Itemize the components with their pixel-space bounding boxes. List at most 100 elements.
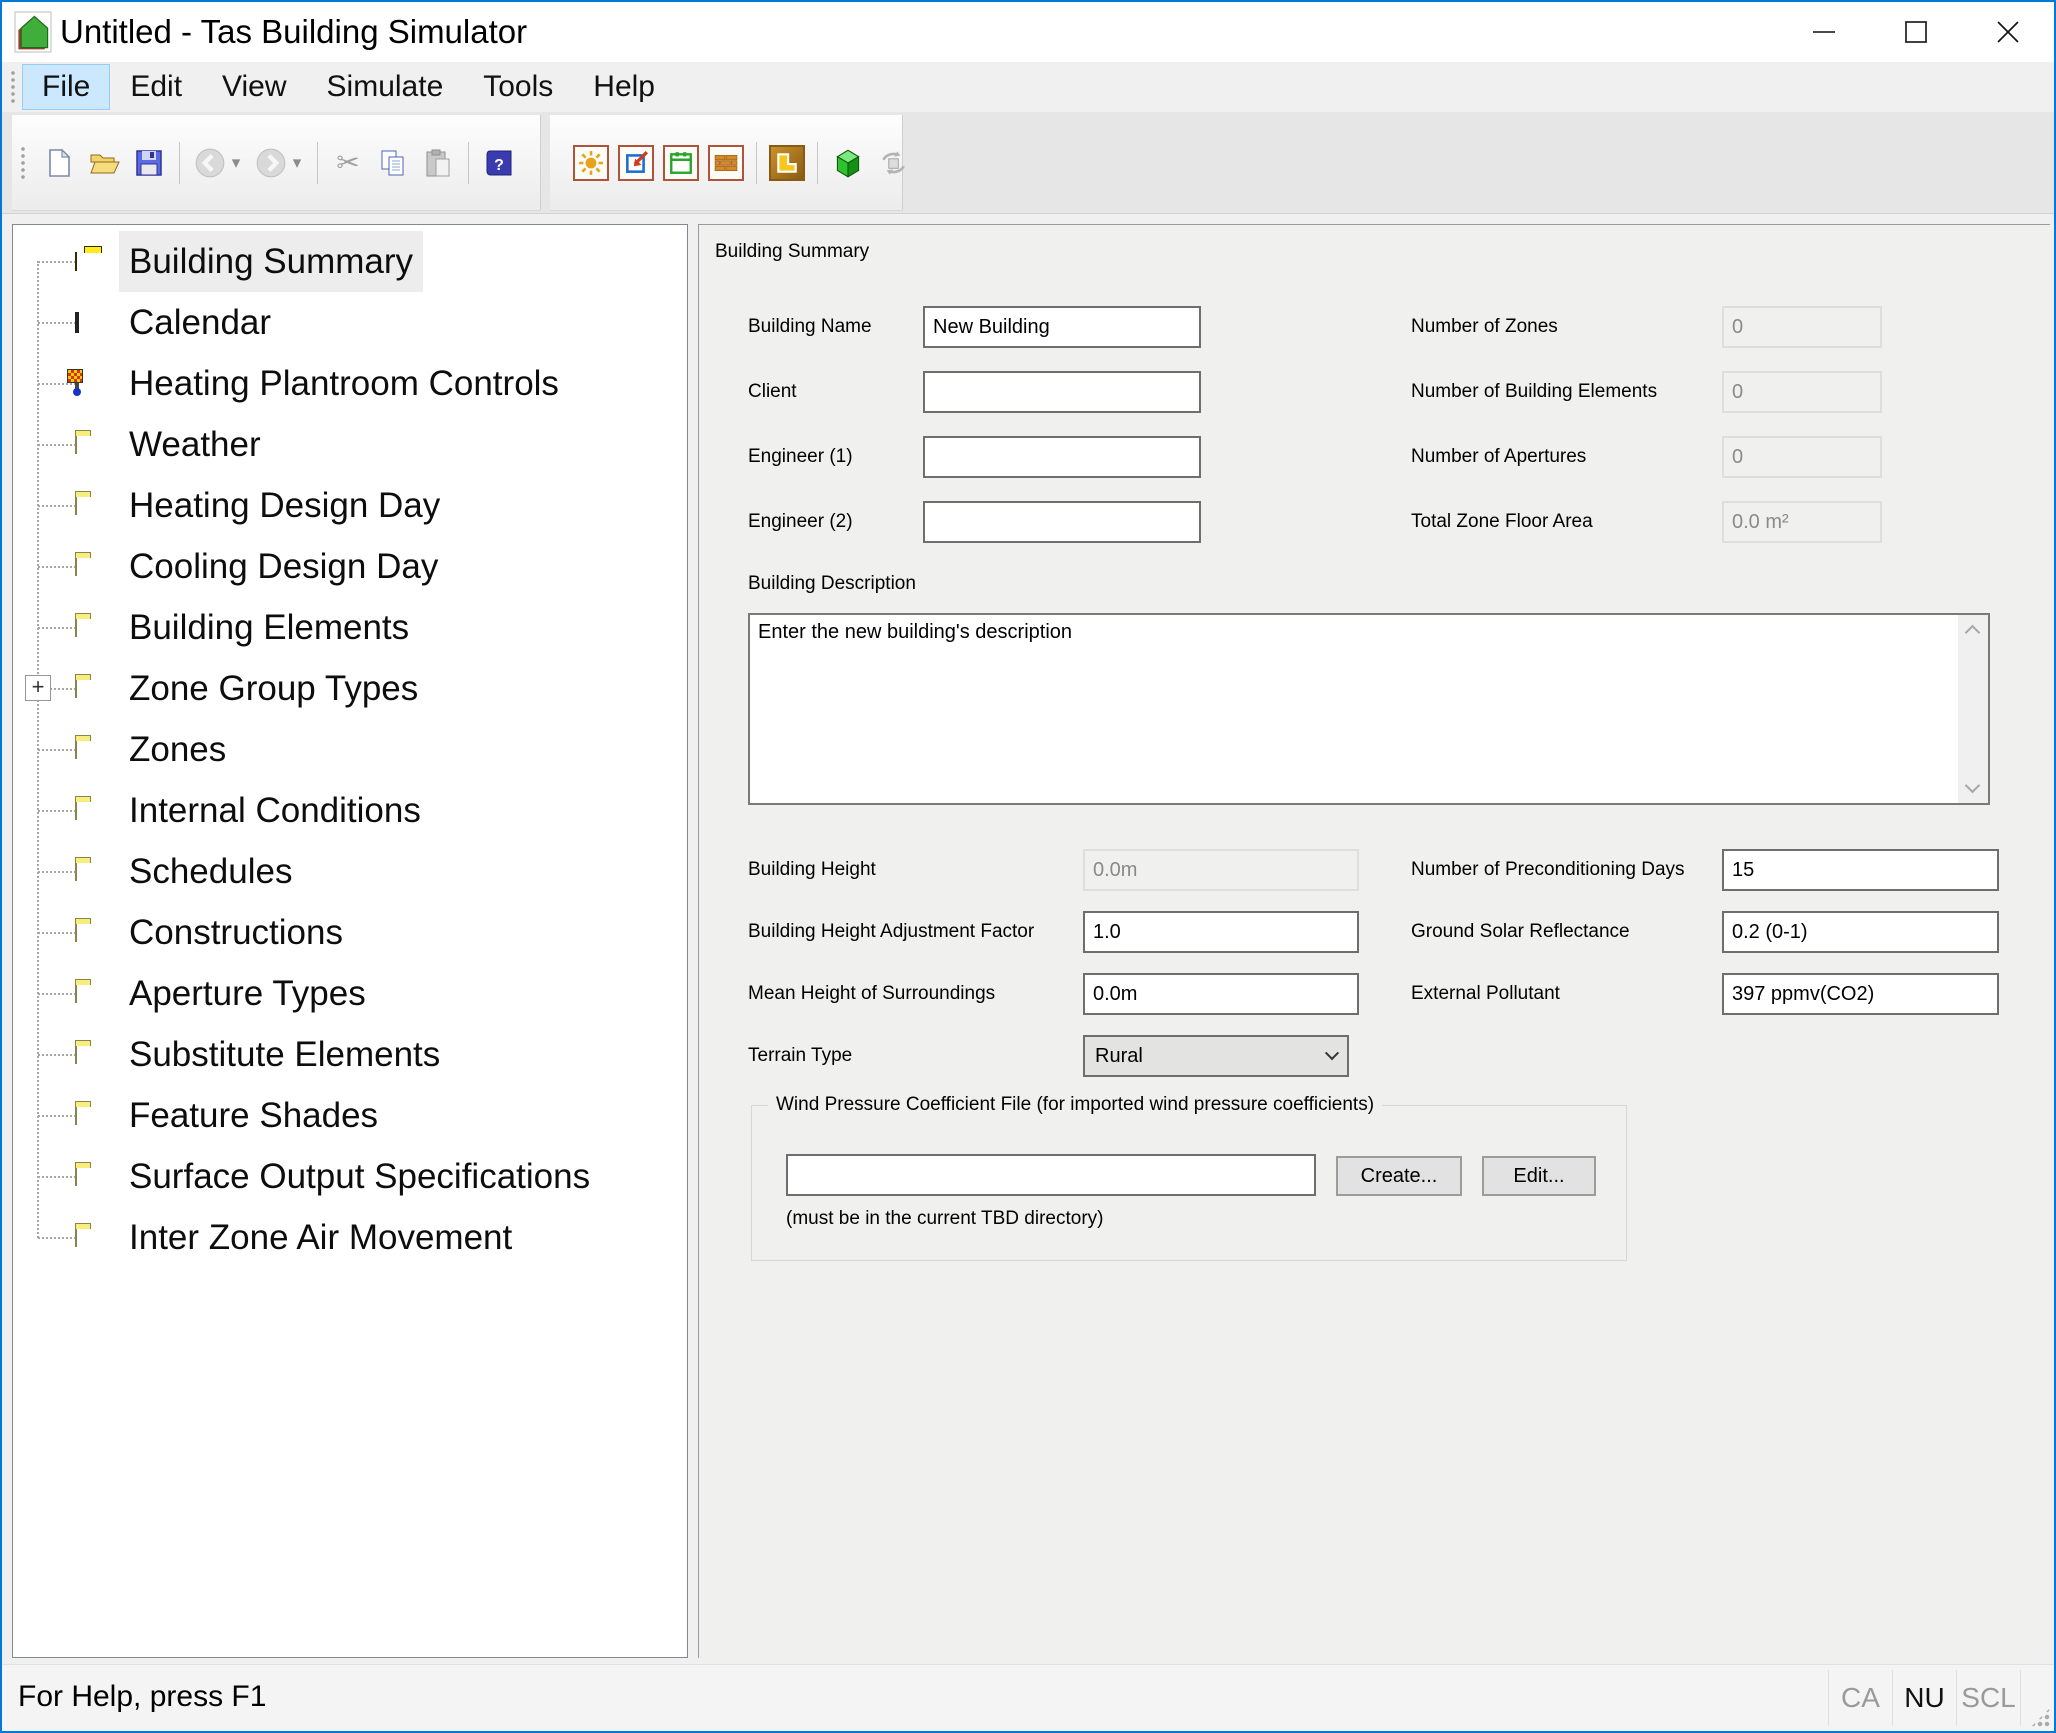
tree-item-zone-group-types[interactable]: Zone Group Types [13, 658, 687, 719]
preconditioning-days-label: Number of Preconditioning Days [1411, 859, 1685, 880]
chevron-down-icon [1324, 1046, 1340, 1061]
menu-help[interactable]: Help [573, 64, 675, 110]
tree-item-surface-output-specifications[interactable]: Surface Output Specifications [13, 1146, 687, 1207]
client-input[interactable] [923, 371, 1201, 413]
tree-item-substitute-elements[interactable]: Substitute Elements [13, 1024, 687, 1085]
tree-item-heating-plantroom-controls[interactable]: Heating Plantroom Controls [13, 353, 687, 414]
tree-item-zones[interactable]: Zones [13, 719, 687, 780]
menu-simulate[interactable]: Simulate [307, 64, 464, 110]
create-button[interactable]: Create... [1336, 1156, 1462, 1196]
calendar-icon [75, 311, 79, 333]
tree-item-label: Constructions [129, 913, 343, 952]
scroll-down-icon[interactable] [1964, 777, 1981, 794]
menu-bar: File Edit View Simulate Tools Help [2, 62, 2054, 112]
back-icon[interactable] [192, 145, 228, 181]
menu-tools[interactable]: Tools [463, 64, 573, 110]
toolbar-group-standard: ▾ ▾ ✂ ? [12, 115, 540, 210]
folder-icon [75, 678, 77, 698]
tree-item-inter-zone-air-movement[interactable]: Inter Zone Air Movement [13, 1207, 687, 1268]
calendar-icon[interactable] [663, 144, 699, 181]
tree-item-feature-shades[interactable]: Feature Shades [13, 1085, 687, 1146]
tree-item-building-summary[interactable]: Building Summary [13, 231, 687, 292]
folder-icon [75, 1105, 77, 1125]
mean-height-of-surroundings-input[interactable] [1083, 973, 1359, 1015]
ground-solar-reflectance-input[interactable] [1722, 911, 1999, 953]
menu-edit[interactable]: Edit [110, 64, 202, 110]
engineer2-input[interactable] [923, 501, 1201, 543]
building-height-adjustment-factor-label: Building Height Adjustment Factor [748, 921, 1035, 942]
tree-item-heating-design-day[interactable]: Heating Design Day [13, 475, 687, 536]
window-title: Untitled - Tas Building Simulator [60, 13, 528, 50]
wind-pressure-file-input[interactable] [786, 1154, 1316, 1196]
paste-icon[interactable] [420, 145, 456, 181]
tree-item-building-elements[interactable]: Building Elements [13, 597, 687, 658]
save-file-icon[interactable] [131, 145, 167, 181]
copy-icon[interactable] [375, 145, 411, 181]
cut-icon[interactable]: ✂ [330, 145, 366, 181]
open-file-icon[interactable] [86, 145, 122, 181]
tree-item-weather[interactable]: Weather [13, 414, 687, 475]
back-dropdown-icon[interactable]: ▾ [228, 153, 244, 173]
resize-grip[interactable] [2030, 1707, 2051, 1728]
description-scrollbar[interactable] [1958, 615, 1988, 803]
tree-expander-zone-group-types[interactable]: + [25, 675, 51, 701]
folder-icon [75, 1227, 77, 1247]
tree-item-schedules[interactable]: Schedules [13, 841, 687, 902]
terrain-type-value: Rural [1095, 1044, 1143, 1067]
simulate-icon[interactable] [875, 145, 911, 181]
constructions-icon[interactable] [708, 144, 744, 181]
help-icon[interactable]: ? [481, 145, 517, 181]
wind-pressure-note: (must be in the current TBD directory) [786, 1208, 1104, 1229]
folder-icon [75, 861, 77, 881]
tree-item-cooling-design-day[interactable]: Cooling Design Day [13, 536, 687, 597]
building-height-adjustment-factor-input[interactable] [1083, 911, 1359, 953]
wind-pressure-groupbox: Wind Pressure Coefficient File (for impo… [751, 1094, 1627, 1261]
internal-conditions-icon[interactable] [618, 144, 654, 181]
toolbar-group-model [550, 115, 905, 210]
folder-icon [75, 983, 77, 1003]
navigation-tree: Building Summary Calendar Heating Plantr… [12, 224, 688, 1658]
mean-height-of-surroundings-label: Mean Height of Surroundings [748, 983, 996, 1004]
tree-item-label: Internal Conditions [129, 791, 421, 830]
tree-item-constructions[interactable]: Constructions [13, 902, 687, 963]
terrain-type-select[interactable]: Rural [1083, 1035, 1349, 1077]
folder-icon [75, 495, 77, 515]
forward-dropdown-icon[interactable]: ▾ [289, 153, 305, 173]
building-description-text: Enter the new building's description [758, 621, 1073, 643]
external-pollutant-input[interactable] [1722, 973, 1999, 1015]
3d-view-icon[interactable] [830, 145, 866, 181]
building-name-input[interactable] [923, 306, 1201, 348]
form-title: Building Summary [715, 241, 870, 262]
menu-view[interactable]: View [202, 64, 306, 110]
status-bar: For Help, press F1 CA NU SCL [2, 1664, 2054, 1731]
tree-item-calendar[interactable]: Calendar [13, 292, 687, 353]
scroll-lock-indicator: SCL [1956, 1670, 2020, 1726]
tree-item-internal-conditions[interactable]: Internal Conditions [13, 780, 687, 841]
toolbar-separator [756, 141, 757, 184]
menu-grip [10, 70, 16, 104]
scroll-up-icon[interactable] [1964, 624, 1981, 641]
zones-icon[interactable] [769, 144, 805, 181]
weather-icon[interactable] [573, 144, 609, 181]
new-document-icon[interactable] [41, 145, 77, 181]
engineer1-input[interactable] [923, 436, 1201, 478]
edit-button[interactable]: Edit... [1482, 1156, 1596, 1196]
title-bar: Untitled - Tas Building Simulator [2, 2, 2054, 62]
tree-item-aperture-types[interactable]: Aperture Types [13, 963, 687, 1024]
app-window: Untitled - Tas Building Simulator File E… [0, 0, 2056, 1733]
tree-item-label: Zones [129, 730, 227, 769]
preconditioning-days-input[interactable] [1722, 849, 1999, 891]
minimize-button[interactable] [1778, 2, 1870, 62]
toolbar-separator [317, 141, 318, 184]
menu-file[interactable]: File [22, 64, 111, 110]
number-of-apertures-label: Number of Apertures [1411, 446, 1587, 467]
num-lock-indicator: NU [1892, 1670, 1956, 1726]
tree-item-label: Substitute Elements [129, 1035, 441, 1074]
svg-text:?: ? [494, 157, 504, 174]
forward-icon[interactable] [253, 145, 289, 181]
maximize-button[interactable] [1870, 2, 1962, 62]
close-button[interactable] [1962, 2, 2054, 62]
number-of-apertures-value [1722, 436, 1882, 478]
status-message: For Help, press F1 [18, 1680, 267, 1713]
building-description-textarea[interactable]: Enter the new building's description [748, 613, 1990, 805]
